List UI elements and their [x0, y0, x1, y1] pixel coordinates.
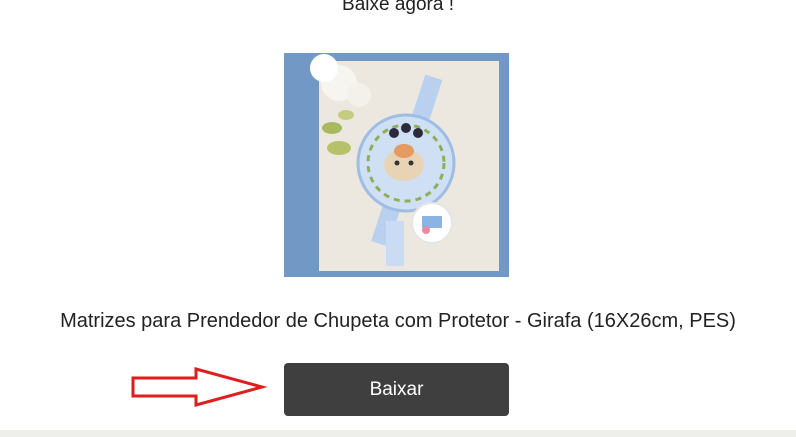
download-button[interactable]: Baixar [284, 363, 509, 416]
download-now-heading: Baixe agora ! [342, 0, 454, 15]
arrow-right-icon [131, 367, 268, 407]
product-photo [310, 54, 499, 271]
download-button-label: Baixar [369, 378, 424, 400]
product-title: Matrizes para Prendedor de Chupeta com P… [60, 310, 736, 332]
product-image [284, 53, 509, 277]
footer-divider [0, 430, 796, 437]
